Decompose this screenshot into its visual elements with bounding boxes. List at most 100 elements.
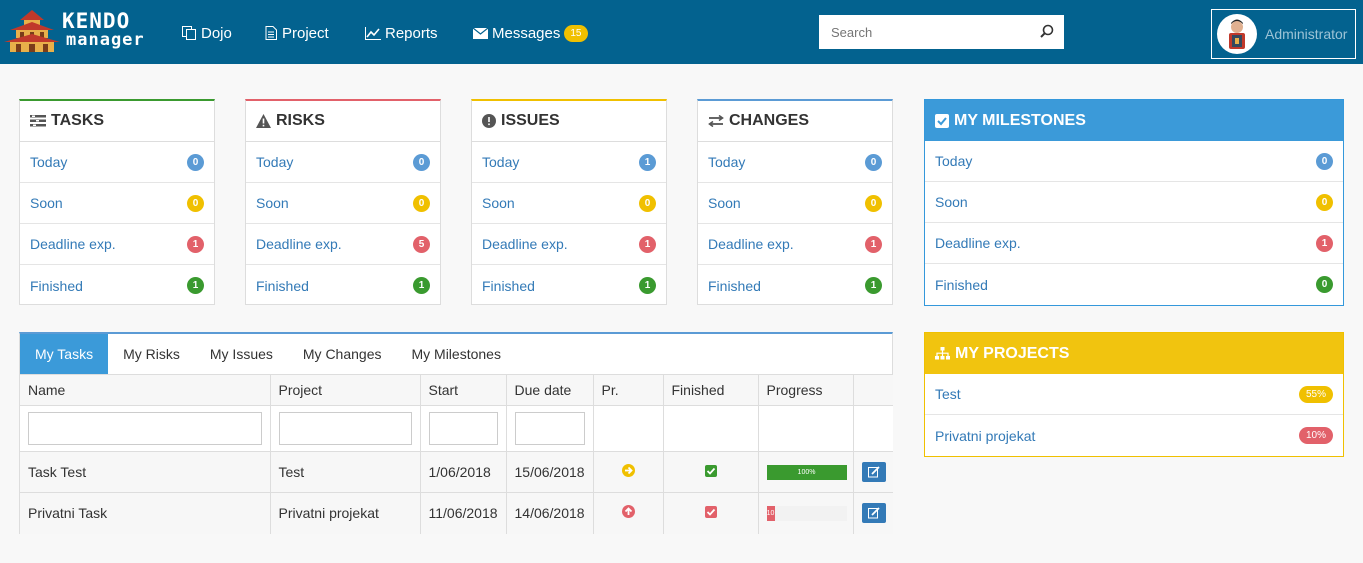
task-priority (593, 451, 664, 493)
count-badge: 1 (413, 277, 430, 294)
filter-row (20, 405, 893, 452)
filter-due-input[interactable] (514, 412, 585, 445)
changes-row-today[interactable]: Today 0 (698, 142, 892, 183)
check-square-icon[interactable] (704, 465, 717, 477)
tab-my-risks[interactable]: My Risks (108, 334, 195, 374)
count-badge: 0 (1316, 152, 1333, 170)
project-name: Test (935, 386, 961, 402)
issues-row-deadline[interactable]: Deadline exp. 1 (472, 224, 666, 265)
count-badge: 0 (639, 194, 656, 212)
exclamation-circle-icon (482, 114, 496, 128)
col-project-header[interactable]: Project (270, 374, 421, 406)
issues-panel-header: ISSUES (472, 101, 666, 142)
line-chart-icon (365, 26, 381, 40)
tasks-panel: TASKS Today 0 Soon 0 Deadline exp. 1 Finish… (19, 99, 215, 305)
search-input[interactable] (819, 15, 1019, 49)
tab-my-milestones[interactable]: My Milestones (396, 334, 515, 374)
search-box[interactable] (819, 15, 1064, 49)
changes-row-finished[interactable]: Finished 1 (698, 265, 892, 306)
filter-project-input[interactable] (278, 412, 412, 445)
tab-my-tasks[interactable]: My Tasks (20, 334, 109, 374)
filter-name-input[interactable] (28, 412, 262, 445)
issues-row-soon[interactable]: Soon 0 (472, 183, 666, 224)
risks-row-finished[interactable]: Finished 1 (246, 265, 440, 306)
table-row[interactable]: Privatni Task Privatni projekat 11/06/20… (20, 492, 893, 534)
project-row-privatni[interactable]: Privatni projekat 10% (925, 415, 1343, 456)
col-progress-header[interactable]: Progress (758, 374, 854, 406)
task-actions (853, 492, 893, 534)
avatar (1217, 14, 1257, 54)
nav-dojo-label: Dojo (201, 24, 232, 42)
task-finished (663, 451, 759, 493)
risks-row-soon[interactable]: Soon 0 (246, 183, 440, 224)
pagoda-icon (4, 10, 60, 52)
check-square-icon[interactable] (704, 506, 717, 519)
count-badge: 0 (413, 194, 430, 212)
task-project: Privatni projekat (270, 492, 421, 534)
issues-row-today[interactable]: Today 1 (472, 142, 666, 183)
tab-my-changes[interactable]: My Changes (288, 334, 397, 374)
file-icon (265, 26, 277, 40)
project-row-test[interactable]: Test 55% (925, 374, 1343, 415)
tasks-panel-title: TASKS (51, 112, 105, 129)
changes-panel-title: CHANGES (729, 112, 810, 129)
risks-row-today[interactable]: Today 0 (246, 142, 440, 183)
issues-row-finished[interactable]: Finished 1 (472, 265, 666, 306)
nav-dojo[interactable]: Dojo (182, 22, 232, 44)
changes-row-deadline[interactable]: Deadline exp. 1 (698, 224, 892, 265)
edit-button[interactable] (861, 503, 886, 524)
task-due: 14/06/2018 (506, 492, 594, 534)
copy-icon (182, 26, 196, 40)
count-badge: 0 (1316, 193, 1333, 211)
row-label: Deadline exp. (256, 236, 342, 252)
check-square-icon (935, 113, 949, 128)
col-priority-header[interactable]: Pr. (593, 374, 664, 406)
col-finished-header[interactable]: Finished (663, 374, 759, 406)
row-label: Today (708, 154, 746, 170)
milestones-row-finished[interactable]: Finished 0 (925, 264, 1343, 305)
tab-my-issues[interactable]: My Issues (195, 334, 288, 374)
risks-row-deadline[interactable]: Deadline exp. 5 (246, 224, 440, 265)
row-label: Today (482, 154, 520, 170)
nav-messages[interactable]: Messages 15 (473, 22, 588, 44)
progress-bar: 100% (766, 464, 847, 480)
envelope-icon (473, 27, 488, 39)
nav-reports-label: Reports (385, 24, 438, 42)
edit-icon (867, 507, 880, 519)
col-due-header[interactable]: Due date (506, 374, 594, 406)
task-priority (593, 492, 664, 534)
milestones-row-deadline[interactable]: Deadline exp. 1 (925, 223, 1343, 264)
filter-start-input[interactable] (428, 412, 498, 445)
count-badge: 1 (639, 153, 656, 171)
tasks-row-finished[interactable]: Finished 1 (20, 265, 214, 306)
table-row[interactable]: Task Test Test 1/06/2018 15/06/2018 100% (20, 451, 893, 493)
task-progress: 100% (758, 451, 854, 493)
risks-panel-header: RISKS (246, 101, 440, 142)
search-icon[interactable] (1040, 24, 1054, 38)
col-name-header[interactable]: Name (20, 374, 271, 406)
changes-row-soon[interactable]: Soon 0 (698, 183, 892, 224)
tasks-row-deadline[interactable]: Deadline exp. 1 (20, 224, 214, 265)
tasks-row-today[interactable]: Today 0 (20, 142, 214, 183)
changes-panel: CHANGES Today 0 Soon 0 Deadline exp. 1 Fini… (697, 99, 893, 305)
tab-bar: My Tasks My Risks My Issues My Changes M… (20, 334, 892, 374)
project-progress-badge: 55% (1298, 385, 1333, 403)
edit-button[interactable] (861, 462, 886, 482)
count-badge: 0 (865, 153, 882, 171)
user-menu[interactable]: Administrator (1211, 9, 1356, 59)
changes-panel-header: CHANGES (698, 101, 892, 142)
nav-reports[interactable]: Reports (365, 22, 438, 44)
milestones-row-soon[interactable]: Soon 0 (925, 182, 1343, 223)
tasks-row-soon[interactable]: Soon 0 (20, 183, 214, 224)
projects-panel-header: MY PROJECTS (925, 333, 1343, 374)
risks-panel-title: RISKS (276, 112, 325, 129)
app-logo[interactable]: KENDO manager (4, 8, 154, 58)
task-due: 15/06/2018 (506, 451, 594, 493)
project-name: Privatni projekat (935, 427, 1036, 444)
milestones-row-today[interactable]: Today 0 (925, 141, 1343, 182)
col-start-header[interactable]: Start (420, 374, 507, 406)
milestones-panel-title: MY MILESTONES (954, 111, 1086, 129)
nav-project[interactable]: Project (265, 22, 329, 44)
task-project: Test (270, 451, 421, 493)
my-items-tabs: My Tasks My Risks My Issues My Changes M… (19, 332, 893, 534)
